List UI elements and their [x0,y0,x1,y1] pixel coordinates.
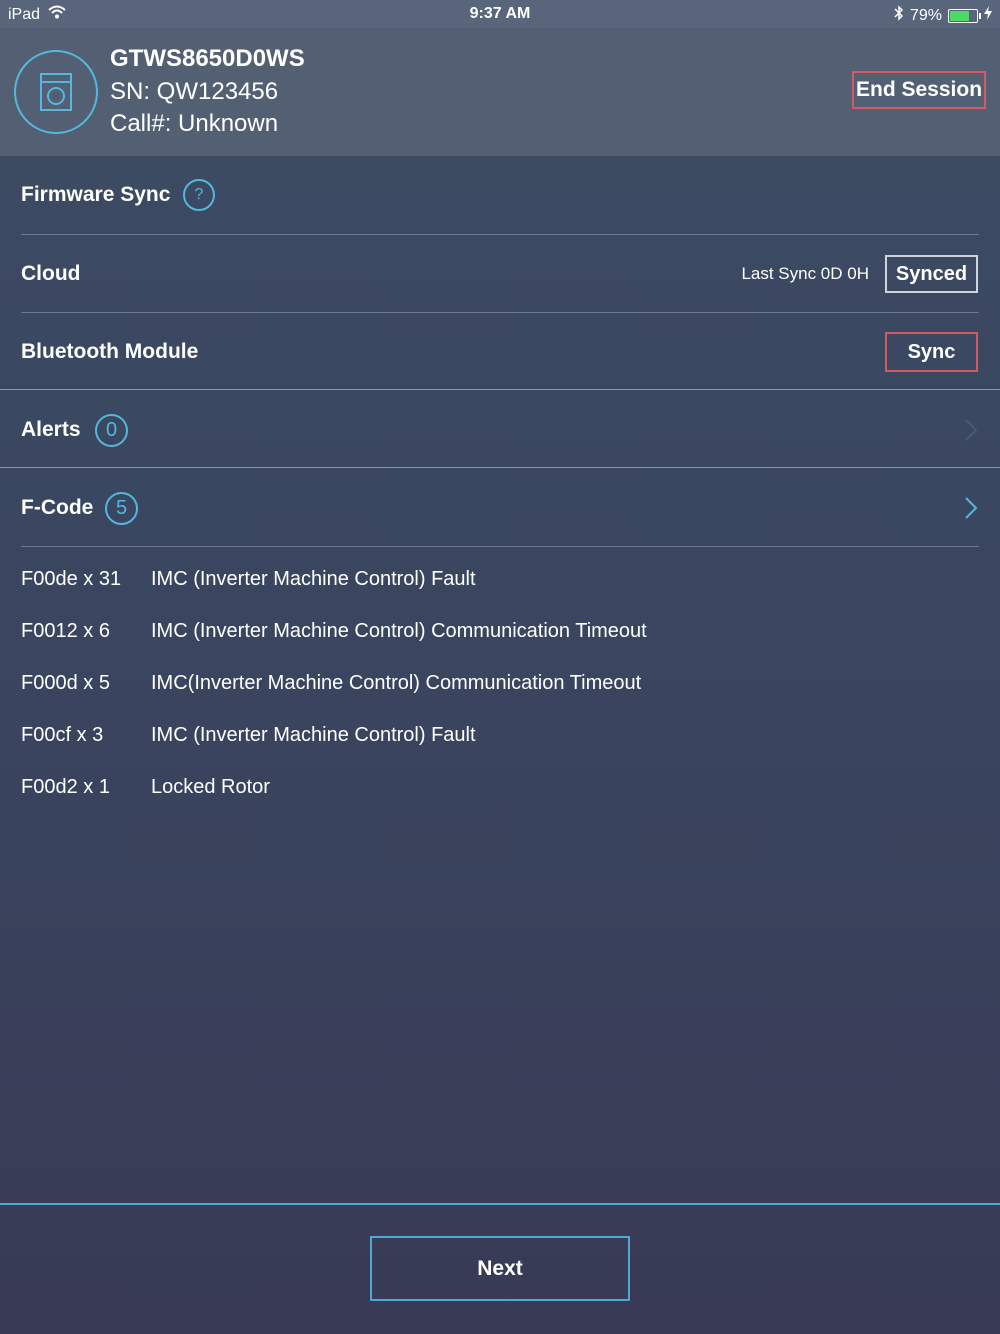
device-model: GTWS8650D0WS [110,45,305,72]
firmware-sync-row: Firmware Sync ? [0,156,1000,234]
help-icon[interactable]: ? [183,179,215,211]
alerts-title: Alerts [21,418,81,441]
fcode-row[interactable]: F-Code 5 [0,469,1000,547]
synced-button[interactable]: Synced [885,255,978,293]
fcode-code: F00de x 31 [21,568,122,590]
fcode-description: IMC(Inverter Machine Control) Communicat… [151,672,642,694]
divider [21,546,979,547]
status-bar: iPad 9:37 AM 79% [0,0,1000,28]
alerts-row[interactable]: Alerts 0 [0,391,1000,469]
status-right: 79% [894,5,992,26]
chevron-right-icon[interactable] [964,496,978,520]
bluetooth-icon [894,5,904,26]
battery-icon [948,8,981,23]
list-item: F000d x 5 IMC(Inverter Machine Control) … [0,660,1000,712]
washer-icon [14,50,98,134]
fcode-description: IMC (Inverter Machine Control) Communica… [151,620,647,642]
fcode-code: F00cf x 3 [21,724,104,746]
bolt-icon [984,6,992,25]
device-header: GTWS8650D0WS SN: QW123456 Call#: Unknown… [0,28,1000,157]
next-button[interactable]: Next [370,1236,630,1301]
battery-fill [950,10,969,21]
sync-button[interactable]: Sync [885,332,978,372]
fcode-count-badge: 5 [105,491,138,525]
fcode-description: IMC (Inverter Machine Control) Fault [151,724,476,746]
list-item: F00de x 31 IMC (Inverter Machine Control… [0,556,1000,608]
fcode-code: F000d x 5 [21,672,110,694]
fcode-description: IMC (Inverter Machine Control) Fault [151,568,476,590]
call-number: Call#: Unknown [110,110,279,137]
footer-divider [0,1203,1000,1205]
chevron-right-icon[interactable] [964,418,978,442]
fcode-title: F-Code [21,496,94,519]
bluetooth-module-row: Bluetooth Module Sync [0,313,1000,391]
cloud-title: Cloud [21,262,81,285]
end-session-button[interactable]: End Session [852,71,986,109]
section-divider [0,467,1000,468]
list-item: F00d2 x 1 Locked Rotor [0,764,1000,816]
cloud-row: Cloud Last Sync 0D 0H Synced [0,235,1000,313]
fcode-code: F00d2 x 1 [21,776,110,798]
status-time: 9:37 AM [469,5,531,22]
serial-number: SN: QW123456 [110,78,279,105]
fcode-description: Locked Rotor [151,776,270,798]
fcode-code: F0012 x 6 [21,620,110,642]
firmware-sync-title: Firmware Sync [21,183,171,206]
last-sync-text: Last Sync 0D 0H [741,264,869,283]
section-divider [0,389,1000,390]
battery-percent: 79% [909,6,942,24]
bluetooth-module-title: Bluetooth Module [21,340,199,363]
list-item: F00cf x 3 IMC (Inverter Machine Control)… [0,712,1000,764]
alerts-count-badge: 0 [95,413,128,447]
list-item: F0012 x 6 IMC (Inverter Machine Control)… [0,608,1000,660]
